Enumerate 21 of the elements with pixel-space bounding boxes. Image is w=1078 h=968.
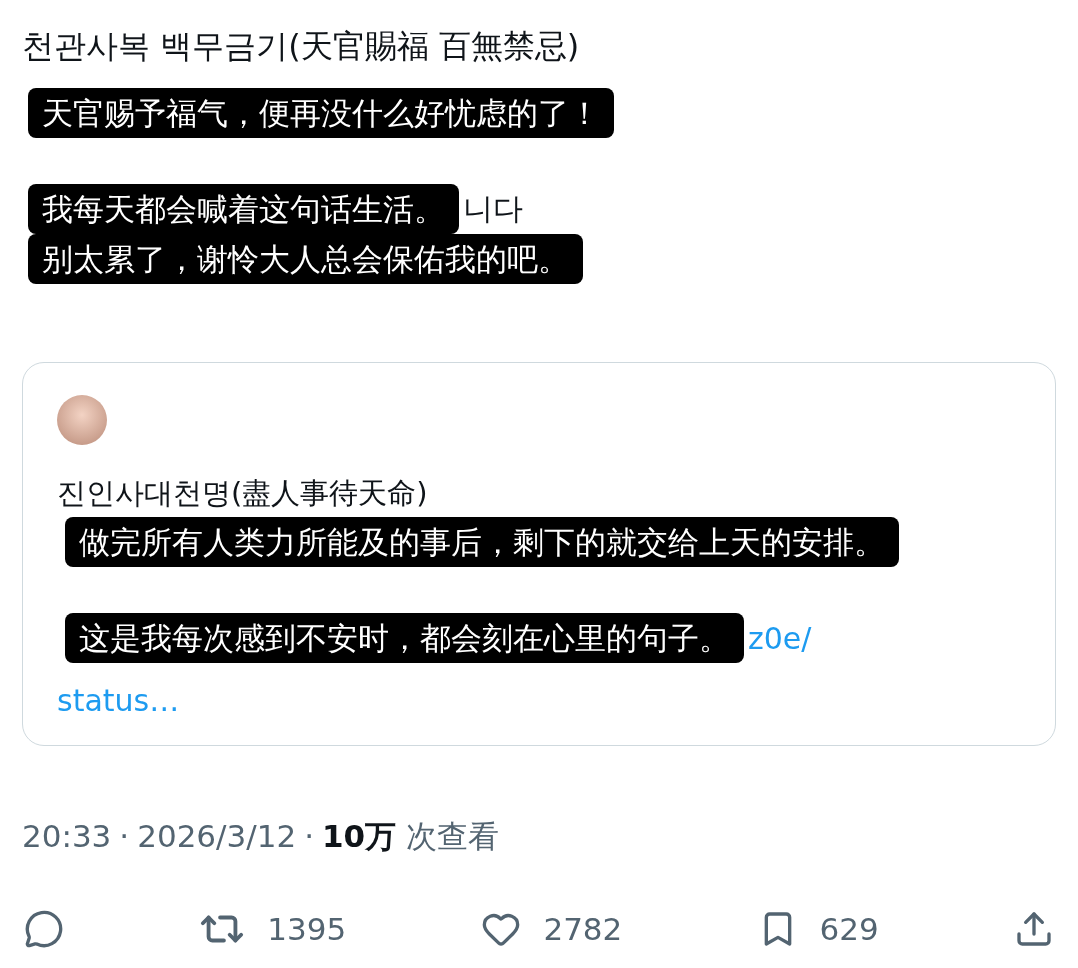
quoted-post-heading: 진인사대천명(盡人事待天命) [57, 475, 429, 512]
avatar [57, 395, 107, 445]
text-fragment: 니다 [463, 189, 523, 228]
bookmark-button[interactable]: 629 [757, 909, 879, 949]
post-time: 20:33 [22, 818, 112, 854]
translation-caption: 天官赐予福气，便再没什么好忧虑的了！ [28, 88, 614, 138]
reply-button[interactable] [24, 909, 64, 949]
translation-caption: 这是我每次感到不安时，都会刻在心里的句子。 [65, 613, 744, 663]
like-button[interactable]: 2782 [481, 909, 623, 949]
share-button[interactable] [1014, 909, 1054, 949]
post-heading: 천관사복 백무금기(天官賜福 百無禁忌) [22, 26, 581, 67]
translation-caption: 做完所有人类力所能及的事后，剩下的就交给上天的安排。 [65, 517, 899, 567]
translation-caption: 我每天都会喊着这句话生活。 [28, 184, 459, 234]
separator-dot: · [304, 818, 314, 854]
view-count: 10万 次查看 [322, 817, 499, 856]
retweet-button[interactable]: 1395 [199, 906, 347, 952]
reply-icon [24, 909, 64, 949]
separator-dot: · [119, 818, 130, 854]
post-date: 2026/3/12 [137, 818, 297, 854]
share-icon [1014, 909, 1054, 949]
translation-caption: 别太累了，谢怜大人总会保佑我的吧。 [28, 234, 583, 284]
